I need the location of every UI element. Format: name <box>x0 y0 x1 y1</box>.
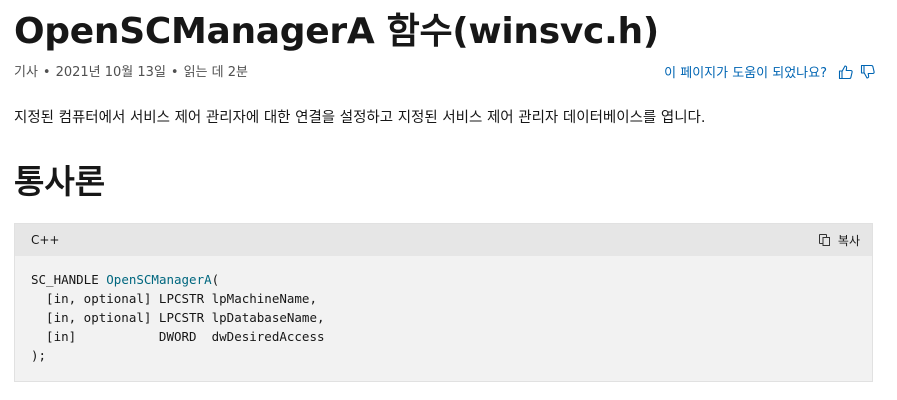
code-language-label: C++ <box>31 233 60 247</box>
feedback-question: 이 페이지가 도움이 되었나요? <box>664 66 827 81</box>
read-time: 읽는 데 2분 <box>183 65 248 80</box>
code-content: SC_HANDLE OpenSCManagerA( [in, optional]… <box>15 256 872 365</box>
thumbs-up-icon[interactable] <box>837 63 855 81</box>
code-line-4: [in] DWORD dwDesiredAccess <box>31 329 325 344</box>
copy-button-label: 복사 <box>837 233 860 248</box>
article-description: 지정된 컴퓨터에서 서비스 제어 관리자에 대한 연결을 설정하고 지정된 서비… <box>14 110 706 126</box>
article-metadata: 기사 • 2021년 10월 13일 • 읽는 데 2분 <box>14 64 248 82</box>
page-title: OpenSCManagerA 함수(winsvc.h) <box>14 11 659 52</box>
thumbs-down-icon[interactable] <box>859 63 877 81</box>
code-block: C++ 복사 SC_HANDLE OpenSCManagerA( [in, op… <box>14 223 873 382</box>
article-date: 2021년 10월 13일 <box>55 65 166 80</box>
code-line-1: SC_HANDLE OpenSCManagerA( <box>31 272 219 287</box>
copy-icon <box>818 233 832 247</box>
article-type: 기사 <box>14 65 38 80</box>
meta-separator: • <box>42 65 51 80</box>
doc-page: OpenSCManagerA 함수(winsvc.h) 기사 • 2021년 10월… <box>0 0 897 400</box>
function-name: OpenSCManagerA <box>106 272 212 287</box>
meta-separator: • <box>170 65 179 80</box>
code-line-3: [in, optional] LPCSTR lpDatabaseName, <box>31 310 325 325</box>
section-heading-syntax: 통사론 <box>14 162 106 201</box>
copy-button[interactable]: 복사 <box>818 232 860 249</box>
code-line-2: [in, optional] LPCSTR lpMachineName, <box>31 291 317 306</box>
return-type: SC_HANDLE <box>31 272 107 287</box>
code-line-5: ); <box>31 348 47 363</box>
code-block-header: C++ 복사 <box>15 224 872 256</box>
open-paren: ( <box>211 272 220 287</box>
feedback-widget: 이 페이지가 도움이 되었나요? <box>664 62 877 81</box>
